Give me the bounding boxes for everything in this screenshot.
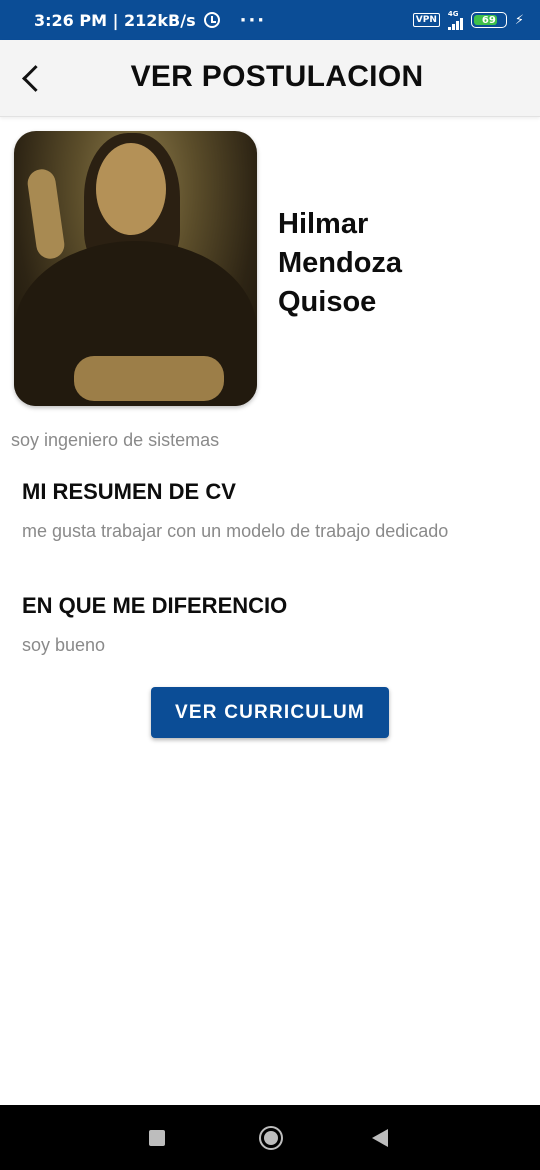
- status-right: VPN 4G 69 ⚡: [412, 10, 524, 30]
- section-text-diferencio: soy bueno: [22, 635, 106, 655]
- status-bar: 3:26 PM | 212kB/s ··· VPN 4G 69 ⚡: [0, 0, 540, 40]
- name-first: Hilmar: [278, 208, 369, 240]
- name-last: Mendoza: [278, 247, 403, 279]
- alarm-icon: [203, 12, 220, 28]
- signal-icon: 4G: [447, 10, 463, 30]
- section-title-diferencio: EN QUE ME DIFERENCIO: [22, 593, 288, 618]
- app-header: VER POSTULACION: [0, 40, 540, 117]
- photo-face: [96, 143, 166, 235]
- status-left: 3:26 PM | 212kB/s ···: [34, 10, 266, 31]
- system-nav-bar: [0, 1105, 540, 1170]
- section-title-resumen: MI RESUMEN DE CV: [22, 479, 236, 504]
- battery-percent: 69: [481, 14, 496, 26]
- battery-icon: 69: [470, 12, 507, 28]
- name-second-last: Quisoe: [278, 286, 377, 318]
- more-dots-icon: ···: [239, 9, 267, 31]
- circle-icon[interactable]: [259, 1126, 283, 1150]
- vpn-badge: VPN: [412, 13, 440, 27]
- status-time-speed: 3:26 PM | 212kB/s: [34, 10, 196, 30]
- section-text-resumen: me gusta trabajar con un modelo de traba…: [22, 521, 449, 541]
- page-title: VER POSTULACION: [130, 60, 424, 93]
- signal-bars: [447, 18, 463, 30]
- view-cv-button[interactable]: VER CURRICULUM: [151, 687, 389, 738]
- square-icon[interactable]: [149, 1130, 165, 1146]
- applicant-name: Hilmar Mendoza Quisoe: [278, 205, 528, 322]
- triangle-icon[interactable]: [372, 1129, 388, 1147]
- bolt-icon: ⚡: [514, 12, 524, 28]
- profile-photo: [14, 131, 257, 406]
- photo-arms: [74, 356, 224, 401]
- photo-hand: [25, 167, 67, 261]
- applicant-tagline: soy ingeniero de sistemas: [11, 430, 220, 450]
- network-type: 4G: [447, 10, 459, 18]
